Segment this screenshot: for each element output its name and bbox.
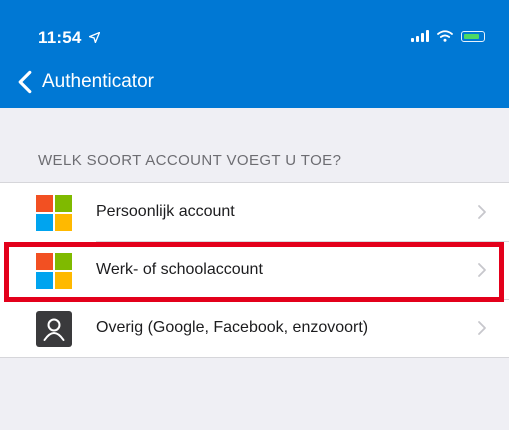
back-button-label: Authenticator <box>42 71 154 92</box>
location-arrow-icon <box>89 31 101 44</box>
section-header: WELK SOORT ACCOUNT VOEGT U TOE? <box>38 152 342 169</box>
signal-icon <box>411 30 429 42</box>
chevron-right-icon <box>478 205 486 219</box>
account-type-list: Persoonlijk account Werk- of schoolaccou… <box>0 182 509 358</box>
wifi-icon <box>437 30 453 42</box>
microsoft-logo-icon <box>36 195 72 231</box>
account-option-other[interactable]: Overig (Google, Facebook, enzovoort) <box>0 299 509 357</box>
account-option-personal[interactable]: Persoonlijk account <box>0 183 509 241</box>
status-time: 11:54 <box>38 28 101 48</box>
microsoft-logo-icon <box>36 253 72 289</box>
chevron-left-icon <box>18 70 32 94</box>
account-option-label: Persoonlijk account <box>96 203 235 220</box>
person-icon <box>36 311 72 347</box>
account-option-work-school[interactable]: Werk- of schoolaccount <box>0 241 509 299</box>
battery-charging-icon <box>461 30 485 42</box>
status-icons <box>411 30 485 42</box>
status-time-text: 11:54 <box>38 28 82 47</box>
chevron-right-icon <box>478 263 486 277</box>
app-header: 11:54 Authenticator <box>0 0 509 108</box>
back-button[interactable]: Authenticator <box>14 70 154 94</box>
account-option-label: Overig (Google, Facebook, enzovoort) <box>96 319 369 336</box>
account-option-label: Werk- of schoolaccount <box>96 261 263 278</box>
chevron-right-icon <box>478 321 486 335</box>
